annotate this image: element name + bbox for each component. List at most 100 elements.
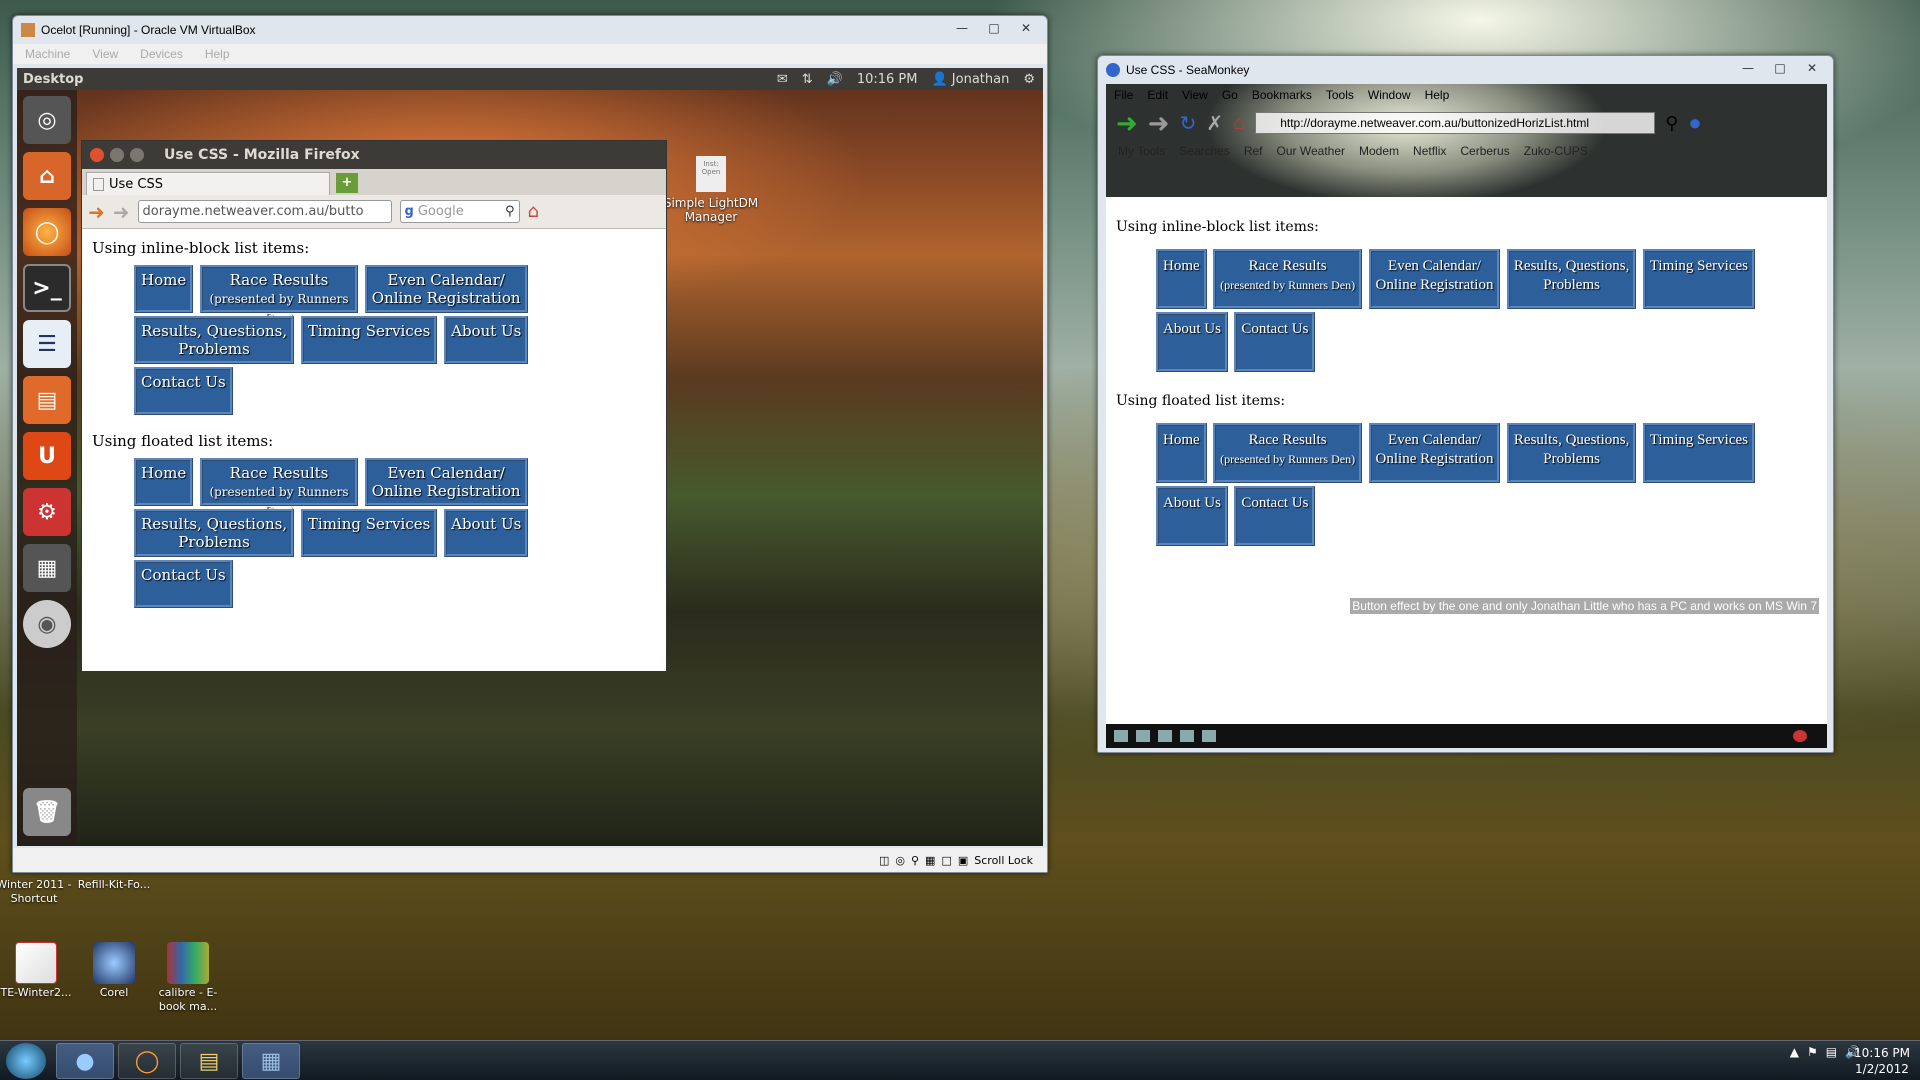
nav-about-us-button[interactable]: About Us <box>1156 486 1228 546</box>
maximize-button[interactable] <box>130 148 144 162</box>
url-bar[interactable]: dorayme.netweaver.com.au/butto <box>137 200 392 223</box>
seamonkey-window[interactable]: Use CSS - SeaMonkey — □ ✕ File Edit View… <box>1097 55 1834 753</box>
bookmark-my-tools[interactable]: My Tools <box>1118 144 1165 158</box>
close-button[interactable]: ✕ <box>1011 19 1041 37</box>
nav-even-calendar-button[interactable]: Even Calendar/Online Registration <box>364 458 528 506</box>
nav-home-button[interactable]: Home <box>134 265 194 313</box>
adblock-icon[interactable] <box>1793 730 1807 742</box>
desktop-icon-lightdm[interactable]: Inst: Open Simple LightDM Manager <box>651 156 771 224</box>
clock[interactable]: 10:16 PM <box>857 72 918 87</box>
nav-about-us-button[interactable]: About Us <box>1156 312 1228 372</box>
firefox-titlebar[interactable]: Use CSS - Mozilla Firefox <box>82 141 666 169</box>
maximize-button[interactable]: □ <box>979 19 1009 37</box>
bookmark-modem[interactable]: Modem <box>1359 144 1399 158</box>
mail-icon[interactable] <box>1136 730 1150 742</box>
home-icon[interactable]: ⌂ <box>1233 112 1245 135</box>
tray-network-icon[interactable]: ▤ <box>1826 1045 1837 1059</box>
firefox-icon[interactable]: ◯ <box>23 208 71 256</box>
trash-icon[interactable]: 🗑 <box>23 788 71 836</box>
addressbook-icon[interactable] <box>1180 730 1194 742</box>
nav-timing-services-button[interactable]: Timing Services <box>1642 249 1755 309</box>
minimize-button[interactable]: — <box>947 19 977 37</box>
gear-icon[interactable]: ⚙ <box>1023 72 1035 87</box>
nav-even-calendar-button[interactable]: Even Calendar/Online Registration <box>1368 423 1501 483</box>
forward-button[interactable]: ➜ <box>113 200 130 224</box>
nav-race-results-button[interactable]: Race Results(presented by Runners Den) <box>1213 423 1363 483</box>
navigator-icon[interactable] <box>1114 730 1128 742</box>
taskbar-clock[interactable]: 10:16 PM 1/2/2012 <box>1854 1045 1910 1077</box>
nav-about-us-button[interactable]: About Us <box>444 509 529 557</box>
tray-expand-icon[interactable]: ▲ <box>1790 1045 1799 1059</box>
nav-results-questions-button[interactable]: Results, Questions, Problems <box>1506 249 1637 309</box>
nav-home-button[interactable]: Home <box>1156 249 1207 309</box>
usb-icon[interactable]: ⚲ <box>911 854 919 867</box>
bookmark-cerberus[interactable]: Cerberus <box>1460 144 1509 158</box>
bookmark-ref[interactable]: Ref <box>1244 144 1263 158</box>
nav-results-questions-button[interactable]: Results, Questions, Problems <box>1506 423 1637 483</box>
chatzilla-icon[interactable] <box>1202 730 1216 742</box>
maximize-button[interactable]: □ <box>1765 59 1795 77</box>
network-icon[interactable]: ⇅ <box>802 72 813 87</box>
shared-folder-icon[interactable]: □ <box>941 854 951 867</box>
menu-tools[interactable]: Tools <box>1326 88 1354 102</box>
new-tab-button[interactable]: + <box>336 173 358 193</box>
ubuntu-one-icon[interactable]: U <box>23 432 71 480</box>
nav-about-us-button[interactable]: About Us <box>444 316 529 364</box>
tab-use-css[interactable]: Use CSS <box>86 172 330 195</box>
capture-icon[interactable]: ▣ <box>958 854 968 867</box>
search-box[interactable]: g Google ⚲ <box>399 200 520 223</box>
desktop-icon-winter-shortcut[interactable]: Winter 2011 - Shortcut <box>0 878 74 906</box>
dash-home-icon[interactable]: ◎ <box>23 96 71 144</box>
search-icon[interactable]: ⚲ <box>1665 113 1678 134</box>
virtualbox-window[interactable]: Ocelot [Running] - Oracle VM VirtualBox … <box>12 15 1048 873</box>
forward-button[interactable]: ➜ <box>1148 108 1170 139</box>
terminal-icon[interactable]: >_ <box>23 264 71 312</box>
software-center-icon[interactable]: ▤ <box>23 376 71 424</box>
menu-edit[interactable]: Edit <box>1147 88 1168 102</box>
nav-even-calendar-button[interactable]: Even Calendar/Online Registration <box>364 265 528 313</box>
bookmark-netflix[interactable]: Netflix <box>1413 144 1446 158</box>
close-button[interactable]: ✕ <box>1797 59 1827 77</box>
start-button[interactable] <box>6 1043 46 1079</box>
nav-results-questions-button[interactable]: Results, Questions, Problems <box>134 316 295 364</box>
nav-results-questions-button[interactable]: Results, Questions, Problems <box>134 509 295 557</box>
volume-icon[interactable]: 🔊 <box>827 72 843 87</box>
desktop-icon-corel[interactable]: Corel <box>74 942 154 1000</box>
nav-timing-services-button[interactable]: Timing Services <box>300 316 438 364</box>
nav-race-results-button[interactable]: Race Results(presented by Runners Den) <box>200 265 358 325</box>
menu-window[interactable]: Window <box>1368 88 1411 102</box>
close-button[interactable] <box>90 148 104 162</box>
hdd-icon[interactable]: ◫ <box>879 854 889 867</box>
menu-machine[interactable]: Machine <box>25 47 70 61</box>
url-bar[interactable]: http://dorayme.netweaver.com.au/buttoniz… <box>1255 112 1656 134</box>
network-adapter-icon[interactable]: ▦ <box>925 854 935 867</box>
bookmark-our-weather[interactable]: Our Weather <box>1277 144 1345 158</box>
composer-icon[interactable] <box>1158 730 1172 742</box>
home-icon[interactable]: ⌂ <box>528 201 539 222</box>
vbox-titlebar[interactable]: Ocelot [Running] - Oracle VM VirtualBox <box>13 16 1047 44</box>
cd-drive-icon[interactable]: ◉ <box>23 600 71 648</box>
nav-contact-us-button[interactable]: Contact Us <box>1234 312 1316 372</box>
menu-devices[interactable]: Devices <box>140 47 183 61</box>
user-menu[interactable]: 👤 Jonathan <box>931 72 1009 87</box>
mail-icon[interactable]: ✉ <box>777 72 788 87</box>
menu-view[interactable]: View <box>1182 88 1208 102</box>
tray-flag-icon[interactable]: ⚑ <box>1807 1045 1818 1059</box>
desktop-icon-refill-kit[interactable]: Refill-Kit-Fo... <box>74 878 154 892</box>
seamonkey-titlebar[interactable]: Use CSS - SeaMonkey <box>1098 56 1833 84</box>
back-button[interactable]: ➜ <box>1116 108 1138 139</box>
system-settings-icon[interactable]: ⚙ <box>23 488 71 536</box>
workspace-switcher-icon[interactable]: ▦ <box>23 544 71 592</box>
nav-even-calendar-button[interactable]: Even Calendar/Online Registration <box>1368 249 1501 309</box>
nav-contact-us-button[interactable]: Contact Us <box>1234 486 1316 546</box>
taskbar-seamonkey[interactable]: ● <box>56 1043 114 1079</box>
nav-timing-services-button[interactable]: Timing Services <box>300 509 438 557</box>
writer-icon[interactable]: ☰ <box>23 320 71 368</box>
menu-view[interactable]: View <box>92 47 118 61</box>
stop-icon[interactable]: ✗ <box>1206 111 1223 136</box>
menu-help[interactable]: Help <box>1425 88 1450 102</box>
menu-help[interactable]: Help <box>205 47 230 61</box>
menu-bookmarks[interactable]: Bookmarks <box>1252 88 1312 102</box>
nav-home-button[interactable]: Home <box>134 458 194 506</box>
menu-go[interactable]: Go <box>1222 88 1238 102</box>
